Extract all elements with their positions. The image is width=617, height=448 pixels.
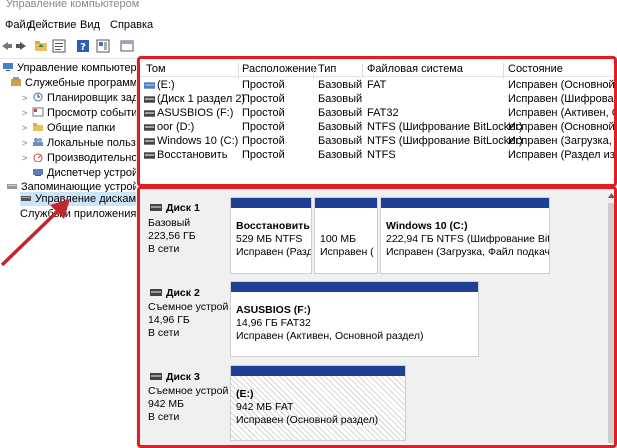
highlight-box — [137, 186, 617, 448]
svg-text:?: ? — [80, 42, 86, 53]
event-log-icon — [32, 107, 44, 117]
menu-bar: Файл Действие Вид Справка — [0, 14, 617, 36]
chevron-right-icon[interactable]: > — [22, 151, 32, 165]
shared-folder-icon — [33, 123, 43, 131]
arrow-annotation — [0, 199, 70, 267]
back-icon[interactable] — [0, 39, 14, 53]
view-icon[interactable] — [96, 39, 110, 53]
properties-icon[interactable] — [52, 39, 66, 53]
tree-root[interactable]: Управление компьютером (лс — [2, 61, 136, 75]
up-folder-icon[interactable] — [34, 39, 48, 53]
window-title: Управление компьютером — [6, 0, 140, 10]
forward-icon[interactable] — [14, 39, 28, 53]
menu-view[interactable]: Вид — [80, 19, 100, 31]
highlight-box — [137, 56, 617, 187]
device-manager-icon — [33, 169, 43, 176]
chevron-right-icon[interactable]: > — [22, 106, 32, 120]
clock-icon — [33, 92, 43, 102]
storage-icon — [7, 184, 17, 189]
tree-task-scheduler[interactable]: >Планировщик заданий — [22, 91, 136, 105]
chevron-right-icon[interactable]: > — [22, 91, 32, 105]
tree-system-tools[interactable]: Служебные программы — [10, 76, 136, 90]
console-icon[interactable] — [120, 39, 134, 53]
chevron-right-icon[interactable]: > — [22, 136, 32, 150]
chevron-right-icon[interactable]: > — [22, 121, 32, 135]
menu-action[interactable]: Действие — [28, 19, 76, 31]
menu-help[interactable]: Справка — [110, 19, 153, 31]
tree-shared-folders[interactable]: > Общие папки — [22, 121, 115, 135]
tools-icon — [11, 77, 21, 86]
tree-local-users[interactable]: >Локальные пользовате — [22, 136, 136, 150]
computer-icon — [3, 63, 13, 71]
tree-event-viewer[interactable]: > Просмотр событий — [22, 106, 136, 120]
help-icon[interactable]: ? — [76, 39, 90, 53]
users-icon — [33, 138, 43, 146]
tree-device-manager[interactable]: Диспетчер устройств — [32, 166, 136, 180]
title-bar: Управление компьютером — [0, 0, 617, 14]
tree-performance[interactable]: >Производительность — [22, 151, 136, 165]
performance-icon — [33, 153, 43, 162]
